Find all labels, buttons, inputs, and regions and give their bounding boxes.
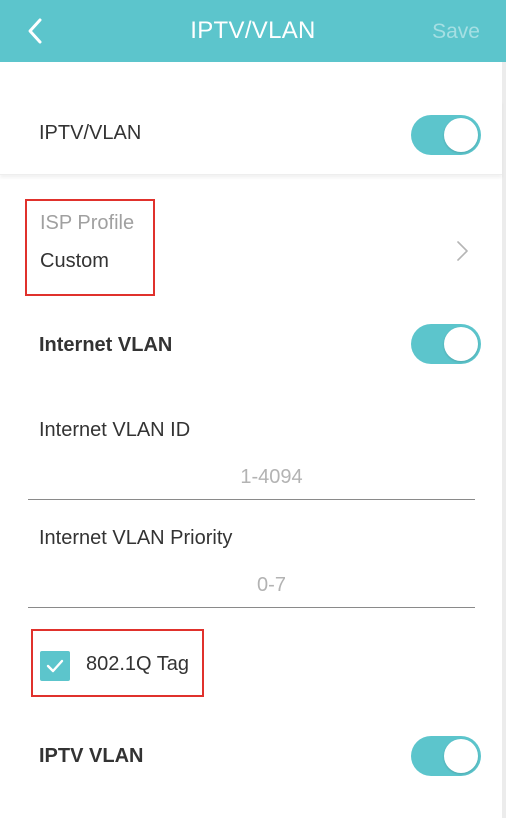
iptv-vlan-section-label: IPTV VLAN: [39, 745, 144, 767]
internet-vlan-label: Internet VLAN: [39, 334, 173, 356]
checkmark-icon: [46, 659, 64, 673]
internet-vlan-toggle[interactable]: [411, 324, 481, 364]
8021q-tag-label: 802.1Q Tag: [86, 653, 190, 675]
toggle-knob: [444, 118, 478, 152]
toggle-knob: [444, 327, 478, 361]
app-header: IPTV/VLAN Save: [0, 0, 506, 62]
iptv-vlan-toggle[interactable]: [411, 115, 481, 155]
internet-vlan-id-label: Internet VLAN ID: [39, 419, 191, 441]
isp-profile-label: ISP Profile: [40, 212, 135, 234]
internet-vlan-priority-input[interactable]: [28, 564, 475, 608]
internet-vlan-priority-label: Internet VLAN Priority: [39, 527, 233, 549]
page-title: IPTV/VLAN: [190, 17, 316, 44]
chevron-right-icon: [457, 241, 468, 261]
iptv-vlan-label: IPTV/VLAN: [39, 122, 142, 144]
internet-vlan-id-input[interactable]: [28, 456, 475, 500]
iptv-vlan-section-toggle[interactable]: [411, 736, 481, 776]
iptv-vlan-row: IPTV/VLAN: [0, 100, 502, 175]
toggle-knob: [444, 739, 478, 773]
scrollbar[interactable]: [502, 62, 506, 818]
save-button[interactable]: Save: [432, 20, 480, 44]
isp-profile-value: Custom: [40, 250, 109, 272]
8021q-tag-checkbox[interactable]: [40, 651, 70, 681]
